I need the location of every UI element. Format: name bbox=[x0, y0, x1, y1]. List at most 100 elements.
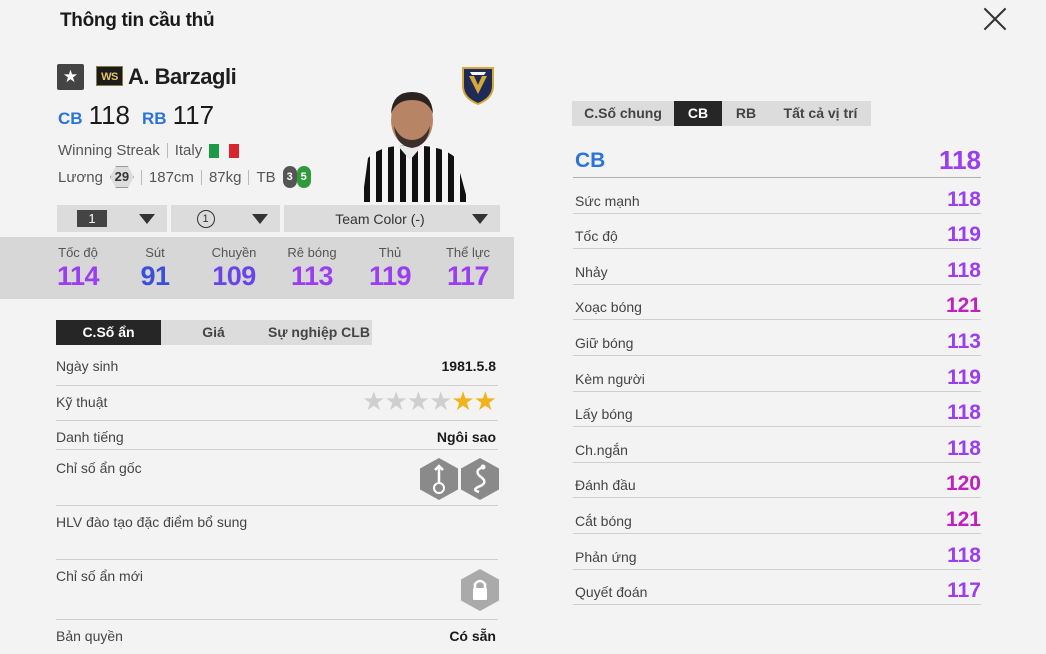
italy-flag-icon bbox=[209, 143, 240, 158]
attribute-row: Giữ bóng 113 bbox=[573, 320, 981, 356]
attribute-row: Lấy bóng 118 bbox=[573, 392, 981, 428]
tab-price[interactable]: Giá bbox=[161, 320, 266, 345]
attribute-label: Quyết đoán bbox=[575, 584, 648, 601]
skill-label: Kỹ thuật bbox=[56, 394, 108, 410]
birth-label: Ngày sinh bbox=[56, 358, 119, 374]
divider bbox=[140, 169, 142, 185]
player-physical: Lương 29 187cm 87kg TB 3 5 bbox=[58, 166, 311, 188]
fame-row: Danh tiếng Ngôi sao bbox=[56, 421, 498, 450]
attribute-tabs: C.Số chung CB RB Tất cả vị trí bbox=[572, 101, 871, 126]
attribute-row: Đánh đầu 120 bbox=[573, 463, 981, 499]
player-portrait bbox=[362, 92, 468, 202]
tab-cb[interactable]: CB bbox=[674, 101, 722, 126]
attribute-value: 117 bbox=[947, 579, 981, 603]
position-ratings: CB 118 RB 117 bbox=[58, 100, 220, 130]
attribute-row: Nhảy 118 bbox=[573, 249, 981, 285]
attribute-row: Ch.ngắn 118 bbox=[573, 427, 981, 463]
summary-stat: Sút 91 bbox=[140, 245, 170, 291]
attribute-value: 121 bbox=[945, 294, 981, 318]
position-header-value: 118 bbox=[939, 145, 981, 175]
summary-stat: Tốc độ 114 bbox=[56, 245, 100, 291]
tab-rb[interactable]: RB bbox=[722, 101, 770, 126]
attribute-label: Đánh đầu bbox=[575, 477, 636, 494]
attribute-label: Cắt bóng bbox=[575, 512, 632, 529]
upgrade-level-dropdown[interactable]: 1 bbox=[57, 205, 167, 232]
weak-foot-badge: 5 bbox=[296, 166, 311, 188]
coach-traits-label: HLV đào tạo đặc điểm bổ sung bbox=[56, 514, 248, 530]
favorite-star-icon[interactable]: ★ bbox=[57, 64, 84, 90]
page-title: Thông tin cầu thủ bbox=[60, 10, 215, 31]
position-header-label: CB bbox=[575, 149, 606, 172]
fame-value: Ngôi sao bbox=[436, 429, 496, 445]
attribute-label: Ch.ngắn bbox=[575, 441, 628, 458]
lock-icon[interactable] bbox=[461, 569, 499, 611]
attribute-row: Cắt bóng 121 bbox=[573, 498, 981, 534]
attribute-value: 121 bbox=[945, 507, 981, 531]
upgrade-level-value: 1 bbox=[77, 210, 107, 227]
detail-tabs: C.Số ẩn Giá Sự nghiệp CLB bbox=[56, 320, 372, 345]
attribute-label: Sức mạnh bbox=[575, 192, 640, 209]
attribute-label: Tốc độ bbox=[575, 228, 618, 245]
position-header-row: CB 118 bbox=[573, 144, 981, 178]
tab-club-career[interactable]: Sự nghiệp CLB bbox=[266, 320, 372, 345]
attribute-row: Xoạc bóng 121 bbox=[573, 285, 981, 321]
attribute-label: Lấy bóng bbox=[575, 406, 633, 423]
position-ovr: 118 bbox=[88, 100, 131, 130]
new-traits-label: Chỉ số ẩn mới bbox=[56, 568, 143, 584]
attribute-value: 118 bbox=[947, 187, 981, 211]
attribute-row: Sức mạnh 118 bbox=[573, 178, 981, 214]
attribute-row: Phản ứng 118 bbox=[573, 534, 981, 570]
attribute-value: 120 bbox=[945, 472, 981, 496]
body-type: TB bbox=[256, 168, 276, 186]
attribute-label: Nhảy bbox=[575, 263, 608, 280]
birth-row: Ngày sinh 1981.5.8 bbox=[56, 350, 498, 386]
chevron-down-icon bbox=[252, 214, 268, 224]
attribute-label: Kèm người bbox=[575, 370, 645, 387]
season-badge: WS bbox=[96, 66, 123, 86]
close-icon[interactable] bbox=[980, 4, 1010, 32]
license-row: Bản quyền Có sẵn bbox=[56, 620, 498, 650]
attribute-row: Tốc độ 119 bbox=[573, 214, 981, 250]
new-traits-row: Chỉ số ẩn mới bbox=[56, 560, 499, 620]
summary-stat: Rê bóng 113 bbox=[287, 245, 337, 291]
team-color-value: Team Color (-) bbox=[335, 210, 425, 227]
chevron-down-icon bbox=[139, 214, 155, 224]
trait-long-ball-icon[interactable] bbox=[420, 458, 458, 500]
trait-dribble-icon[interactable] bbox=[461, 458, 499, 500]
skill-stars: ★★★★★★ bbox=[362, 386, 497, 416]
team-color-level-dropdown[interactable]: 1 bbox=[171, 205, 280, 232]
summary-stat: Thủ 119 bbox=[368, 245, 412, 291]
height: 187cm bbox=[148, 168, 194, 186]
fame-label: Danh tiếng bbox=[56, 429, 124, 445]
attribute-label: Giữ bóng bbox=[575, 334, 634, 351]
attribute-label: Phản ứng bbox=[575, 548, 637, 565]
tab-general[interactable]: C.Số chung bbox=[572, 101, 674, 126]
divider bbox=[200, 169, 202, 185]
attribute-value: 118 bbox=[947, 258, 981, 282]
season-name: Winning Streak bbox=[58, 142, 160, 159]
attribute-row: Quyết đoán 117 bbox=[573, 570, 981, 606]
player-origin: Winning Streak Italy bbox=[58, 142, 240, 159]
team-color-level-value: 1 bbox=[196, 209, 215, 228]
chevron-down-icon bbox=[472, 214, 488, 224]
tab-hidden-stats[interactable]: C.Số ẩn bbox=[56, 320, 161, 345]
weight: 87kg bbox=[208, 168, 242, 186]
position-label: CB bbox=[58, 109, 83, 128]
position-ovr: 117 bbox=[172, 100, 215, 130]
license-label: Bản quyền bbox=[56, 628, 123, 644]
team-color-dropdown[interactable]: Team Color (-) bbox=[284, 205, 500, 232]
original-traits-label: Chỉ số ẩn gốc bbox=[56, 460, 142, 476]
stat-summary: Tốc độ 114 Sút 91 Chuyền 109 Rê bóng 113 Thủ… bbox=[0, 237, 514, 299]
attribute-label: Xoạc bóng bbox=[575, 299, 642, 316]
skill-moves-badge: 3 bbox=[282, 166, 297, 188]
birth-value: 1981.5.8 bbox=[441, 358, 497, 374]
coach-traits-row: HLV đào tạo đặc điểm bổ sung bbox=[56, 506, 498, 560]
player-name: A. Barzagli bbox=[128, 64, 237, 89]
tab-all-positions[interactable]: Tất cả vị trí bbox=[770, 101, 871, 126]
attribute-value: 119 bbox=[947, 223, 981, 247]
attribute-value: 118 bbox=[947, 436, 981, 460]
attribute-value: 119 bbox=[947, 365, 981, 389]
salary-badge: 29 bbox=[109, 166, 134, 188]
original-traits-row: Chỉ số ẩn gốc bbox=[56, 450, 499, 506]
skill-foot-badges: 3 5 bbox=[282, 166, 311, 188]
